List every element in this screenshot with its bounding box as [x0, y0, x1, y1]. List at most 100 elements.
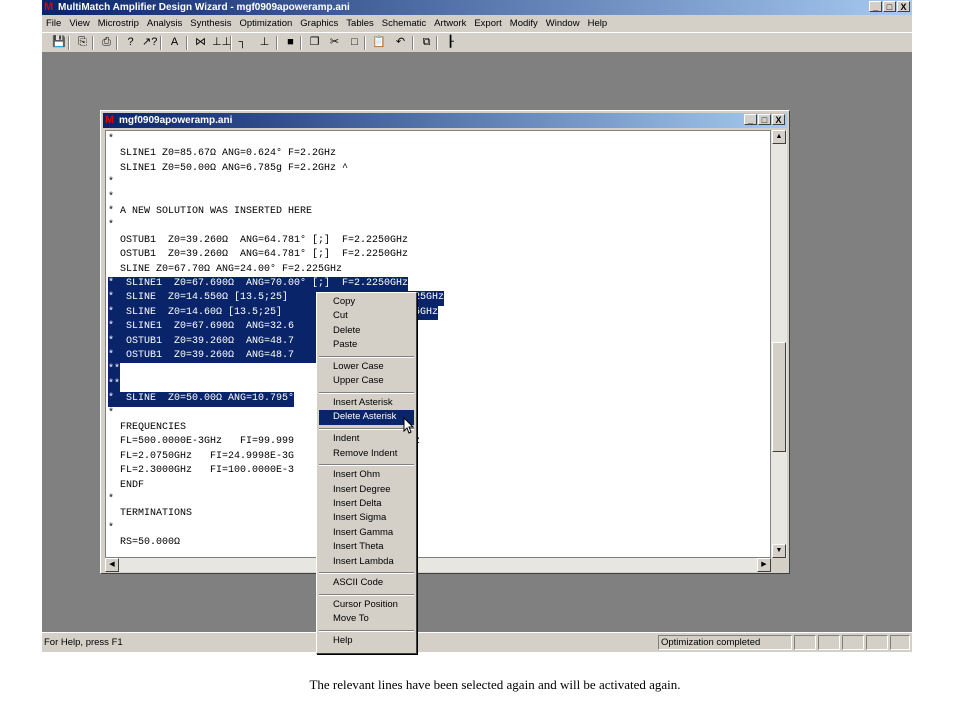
- app-title: MultiMatch Amplifier Design Wizard - mgf…: [58, 2, 350, 13]
- menu-export[interactable]: Export: [470, 18, 505, 29]
- paste-icon[interactable]: 📋: [372, 36, 386, 49]
- menu-synthesis[interactable]: Synthesis: [186, 18, 235, 29]
- menu-item-copy[interactable]: Copy: [319, 295, 414, 309]
- tt-icon[interactable]: ⊥⊥: [212, 36, 231, 49]
- vertical-scroll-thumb[interactable]: [772, 342, 786, 452]
- menu-window[interactable]: Window: [542, 18, 584, 29]
- scroll-down-button[interactable]: ▼: [772, 544, 786, 558]
- selected-text-line: * SLINE Z0=50.00Ω ANG=10.795°: [108, 392, 295, 407]
- status-pane-1: [794, 635, 816, 650]
- menu-item-insert-ohm[interactable]: Insert Ohm: [319, 468, 414, 482]
- square-icon[interactable]: □: [348, 36, 361, 49]
- stub-icon[interactable]: ┐: [236, 36, 249, 49]
- app-window: M MultiMatch Amplifier Design Wizard - m…: [42, 0, 912, 652]
- menu-microstrip[interactable]: Microstrip: [94, 18, 143, 29]
- ground-icon[interactable]: ⊥: [258, 36, 271, 49]
- print-icon[interactable]: ⎙: [100, 36, 113, 49]
- document-title-bar[interactable]: M mgf0909apoweramp.ani _ □ X: [103, 113, 787, 128]
- document-window: M mgf0909apoweramp.ani _ □ X * SLINE1 Z0…: [100, 110, 790, 574]
- doc-maximize-button[interactable]: □: [758, 114, 771, 125]
- toolbar-separator: [364, 36, 366, 50]
- toolbar-separator: [276, 36, 278, 50]
- toolbar-separator: [300, 36, 302, 50]
- ff-icon[interactable]: ⋈: [194, 36, 207, 49]
- menu-item-insert-gamma[interactable]: Insert Gamma: [319, 526, 414, 540]
- menu-item-insert-delta[interactable]: Insert Delta: [319, 497, 414, 511]
- close-button[interactable]: X: [897, 1, 910, 12]
- menu-item-move-to[interactable]: Move To: [319, 612, 414, 626]
- menu-item-indent[interactable]: Indent: [319, 432, 414, 446]
- menu-view[interactable]: View: [65, 18, 93, 29]
- text-line: *: [108, 134, 115, 145]
- context-menu: Copy Cut Delete Paste Lower Case Upper Case In…: [316, 292, 417, 654]
- amplifier-icon[interactable]: A: [168, 36, 181, 49]
- toolbar-separator: [436, 36, 438, 50]
- menu-item-help[interactable]: Help: [319, 634, 414, 648]
- document-title: mgf0909apoweramp.ani: [119, 115, 233, 126]
- menu-separator: [319, 629, 414, 632]
- text-line: * A NEW SOLUTION WAS INSERTED HERE: [108, 206, 313, 217]
- menu-artwork[interactable]: Artwork: [430, 18, 470, 29]
- menu-item-insert-lambda[interactable]: Insert Lambda: [319, 555, 414, 569]
- menu-item-cursor-position[interactable]: Cursor Position: [319, 598, 414, 612]
- text-line: SLINE Z0=67.70Ω ANG=24.00° F=2.225GHz: [108, 263, 343, 275]
- help-icon[interactable]: ?: [124, 36, 137, 49]
- menu-analysis[interactable]: Analysis: [143, 18, 186, 29]
- status-pane-4: [866, 635, 888, 650]
- toolbar-separator: [68, 36, 70, 50]
- doc-close-button[interactable]: X: [772, 114, 785, 125]
- menu-item-ascii-code[interactable]: ASCII Code: [319, 576, 414, 590]
- menu-item-upper-case[interactable]: Upper Case: [319, 374, 414, 388]
- menu-schematic[interactable]: Schematic: [378, 18, 430, 29]
- scroll-up-button[interactable]: ▲: [772, 130, 786, 144]
- menu-separator: [319, 572, 414, 574]
- cut-icon[interactable]: ✂: [328, 36, 341, 49]
- menu-item-insert-sigma[interactable]: Insert Sigma: [319, 511, 414, 525]
- menu-separator: [319, 427, 414, 430]
- selected-text-line: * SLINE1 Z0=67.690Ω ANG=70.00° [;] F=2.2…: [108, 277, 409, 292]
- save-icon[interactable]: 💾: [52, 36, 66, 49]
- vertical-scrollbar[interactable]: ▲ ▼: [771, 130, 787, 558]
- menu-item-insert-degree[interactable]: Insert Degree: [319, 483, 414, 497]
- slide-caption: The relevant lines have been selected ag…: [309, 677, 681, 692]
- maximize-button[interactable]: □: [883, 1, 896, 12]
- text-line: *: [108, 191, 115, 203]
- status-pane-2: [818, 635, 840, 650]
- copy-icon[interactable]: ❐: [308, 36, 321, 49]
- menu-item-paste[interactable]: Paste: [319, 338, 414, 352]
- horizontal-scrollbar[interactable]: ◀ ▶: [105, 558, 771, 572]
- app-logo-icon: M: [44, 1, 54, 13]
- block-icon[interactable]: ■: [284, 36, 297, 49]
- selected-text-line: **: [108, 363, 121, 378]
- menu-item-remove-indent[interactable]: Remove Indent: [319, 447, 414, 461]
- context-help-icon[interactable]: ↗?: [142, 36, 157, 49]
- status-state-pane: Optimization completed: [658, 635, 792, 650]
- scroll-right-button[interactable]: ▶: [757, 558, 771, 572]
- menu-bar: File View Microstrip Analysis Synthesis Optim…: [42, 15, 912, 32]
- menu-file[interactable]: File: [42, 18, 65, 29]
- menu-graphics[interactable]: Graphics: [296, 18, 342, 29]
- open-icon[interactable]: ⎘: [76, 36, 89, 49]
- undo-icon[interactable]: ↶: [394, 36, 407, 49]
- menu-item-cut[interactable]: Cut: [319, 309, 414, 323]
- pointer-icon[interactable]: ┠: [444, 36, 457, 49]
- toolbar-separator: [92, 36, 94, 50]
- menu-optimization[interactable]: Optimization: [235, 18, 296, 29]
- menu-item-insert-theta[interactable]: Insert Theta: [319, 540, 414, 554]
- text-editor[interactable]: * SLINE1 Z0=85.67Ω ANG=0.624° F=2.2GHz S…: [105, 130, 771, 558]
- menu-modify[interactable]: Modify: [506, 18, 542, 29]
- menu-item-delete[interactable]: Delete: [319, 324, 414, 338]
- toolbar-separator: [230, 36, 232, 50]
- menu-tables[interactable]: Tables: [342, 18, 377, 29]
- toolbar: 💾 ⎘ ⎙? ↗? A ⋈ ⊥⊥ ┐ ⊥ ■ ❐ ✂ □ 📋 ↶ ⧉ ┠: [42, 32, 912, 53]
- app-title-bar[interactable]: M MultiMatch Amplifier Design Wizard - m…: [42, 0, 912, 15]
- menu-item-delete-asterisk[interactable]: Delete Asterisk: [319, 410, 414, 425]
- menu-help[interactable]: Help: [584, 18, 612, 29]
- menu-item-lower-case[interactable]: Lower Case: [319, 360, 414, 374]
- menu-item-insert-asterisk[interactable]: Insert Asterisk: [319, 396, 414, 410]
- doc-minimize-button[interactable]: _: [744, 114, 757, 125]
- text-line: *: [108, 220, 115, 232]
- frame-icon[interactable]: ⧉: [420, 36, 433, 49]
- minimize-button[interactable]: _: [869, 1, 882, 12]
- scroll-left-button[interactable]: ◀: [105, 558, 119, 572]
